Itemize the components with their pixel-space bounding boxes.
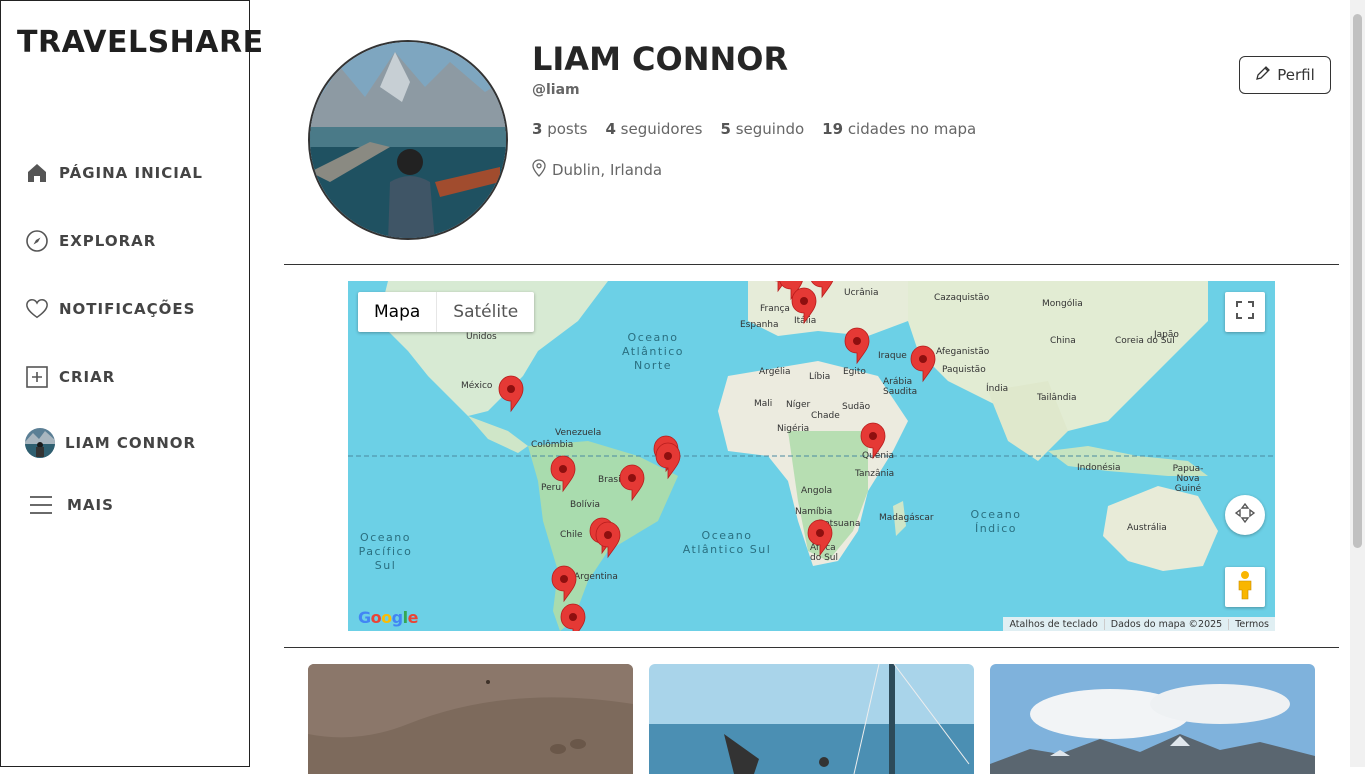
map-pin[interactable]: [807, 519, 833, 556]
nav-label-notifications: NOTIFICAÇÕES: [59, 300, 196, 318]
post-thumbnail[interactable]: [990, 664, 1315, 774]
map-camera-control[interactable]: [1225, 495, 1265, 535]
scrollbar-thumb[interactable]: [1353, 14, 1362, 548]
map-pin[interactable]: [595, 521, 621, 558]
pegman-icon: [1236, 570, 1254, 604]
map-pin[interactable]: [619, 464, 645, 501]
profile-name: LIAM CONNOR: [532, 40, 789, 78]
stat-following-count: 5: [720, 120, 731, 138]
map-pin[interactable]: [655, 442, 681, 479]
avatar: [25, 428, 55, 458]
nav-item-create[interactable]: CRIAR: [25, 365, 115, 389]
stat-followers-label: seguidores: [620, 120, 703, 138]
street-view-button[interactable]: [1225, 567, 1265, 607]
stat-followers-count: 4: [605, 120, 616, 138]
map-pin[interactable]: [550, 455, 576, 492]
nav-label-explore: EXPLORAR: [59, 232, 157, 250]
move-icon: [1234, 502, 1256, 528]
nav-item-more[interactable]: MAIS: [25, 493, 114, 517]
home-icon: [25, 161, 49, 185]
map-attribution: Atalhos de teclado Dados do mapa ©2025 T…: [1003, 617, 1275, 631]
post-thumbnail[interactable]: [649, 664, 974, 774]
fullscreen-button[interactable]: [1225, 292, 1265, 332]
nav-item-notifications[interactable]: NOTIFICAÇÕES: [25, 297, 195, 321]
nav-item-explore[interactable]: EXPLORAR: [25, 229, 156, 253]
map-pin-icon: [532, 159, 546, 181]
profile-handle: @liam: [532, 82, 580, 98]
map-pin[interactable]: [910, 345, 936, 382]
page-scrollbar[interactable]: [1350, 0, 1365, 767]
terms-link[interactable]: Termos: [1229, 619, 1275, 630]
keyboard-shortcuts-link[interactable]: Atalhos de teclado: [1003, 618, 1105, 630]
fullscreen-icon: [1236, 301, 1254, 323]
stat-cities-count: 19: [822, 120, 844, 138]
nav-label-create: CRIAR: [59, 368, 116, 386]
map-pin[interactable]: [498, 375, 524, 412]
nav-label-profile: LIAM CONNOR: [65, 434, 197, 452]
stat-following[interactable]: 5 seguindo: [720, 120, 804, 138]
map-pin[interactable]: [551, 565, 577, 602]
stat-cities: 19 cidades no mapa: [822, 120, 976, 138]
nav-label-more: MAIS: [67, 496, 114, 514]
tab-map[interactable]: Mapa: [358, 292, 438, 332]
plus-square-icon: [25, 365, 49, 389]
nav-item-profile[interactable]: LIAM CONNOR: [25, 428, 196, 458]
map-pin[interactable]: [791, 287, 817, 324]
brand-logo[interactable]: TRAVELSHARE: [17, 25, 264, 60]
stat-followers[interactable]: 4 seguidores: [605, 120, 702, 138]
profile-location: Dublin, Irlanda: [532, 159, 662, 181]
divider: [284, 264, 1339, 265]
location-text: Dublin, Irlanda: [552, 161, 663, 179]
nav-item-home[interactable]: PÁGINA INICIAL: [25, 161, 203, 185]
map-data-text: Dados do mapa ©2025: [1105, 618, 1230, 630]
map-type-tabs: Mapa Satélite: [358, 292, 535, 332]
map-pin[interactable]: [844, 327, 870, 364]
map-pins: [498, 281, 936, 631]
profile-stats: 3 posts 4 seguidores 5 seguindo 19 cidad…: [532, 120, 976, 138]
edit-profile-button[interactable]: Perfil: [1239, 56, 1331, 94]
stat-posts[interactable]: 3 posts: [532, 120, 587, 138]
stat-posts-count: 3: [532, 120, 543, 138]
edit-profile-label: Perfil: [1277, 66, 1315, 84]
compass-icon: [25, 229, 49, 253]
nav-label-home: PÁGINA INICIAL: [59, 164, 203, 182]
sidebar: TRAVELSHARE PÁGINA INICIAL EXPLORAR NOTI…: [0, 0, 263, 767]
divider: [284, 647, 1339, 648]
travel-map[interactable]: Unidos México Venezuela Colômbia Peru Br…: [348, 281, 1275, 631]
heart-icon: [25, 297, 49, 321]
stat-following-label: seguindo: [735, 120, 805, 138]
tab-satellite[interactable]: Satélite: [437, 292, 534, 332]
profile-main: LIAM CONNOR @liam 3 posts 4 seguidores 5…: [250, 0, 1350, 774]
google-logo: Google: [358, 608, 418, 627]
post-thumbnail[interactable]: [308, 664, 633, 774]
profile-avatar: [308, 40, 508, 240]
stat-cities-label: cidades no mapa: [847, 120, 977, 138]
stat-posts-label: posts: [547, 120, 588, 138]
pencil-icon: [1255, 65, 1271, 85]
map-pin[interactable]: [560, 603, 586, 631]
map-pin[interactable]: [860, 422, 886, 459]
menu-icon: [25, 493, 57, 517]
